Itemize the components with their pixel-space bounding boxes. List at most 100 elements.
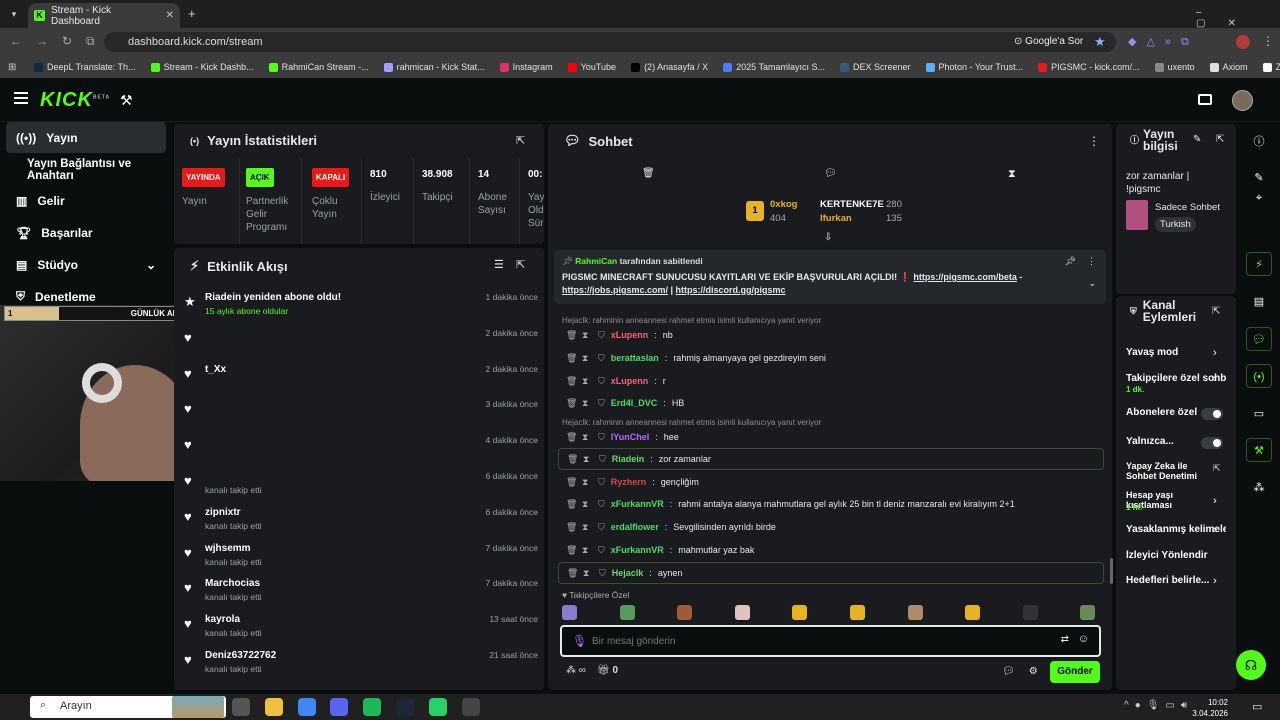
timeout-icon[interactable]: ⧗ [582, 477, 592, 488]
bookmark-item[interactable]: 2025 Tamamlayıcı S... [723, 62, 825, 72]
sidebar-item-studyo[interactable]: ▤ Stüdyo ⌄ [6, 249, 166, 280]
lightning-rail-icon[interactable]: ⚡︎ [1246, 252, 1272, 276]
bookmark-item[interactable]: Zonguldak İngilizce... [1262, 62, 1280, 72]
bookmark-item[interactable]: (2) Anasayfa / X [631, 62, 708, 72]
unpin-icon[interactable]: 📌︎ [1065, 256, 1076, 267]
hamburger-menu-icon[interactable] [14, 92, 28, 104]
channel-action-item[interactable]: İzleyici Yönlendir [1126, 550, 1226, 561]
delete-icon[interactable]: 🗑︎ [566, 477, 577, 488]
chat-username[interactable]: xLupenn [611, 376, 649, 386]
hammer-icon[interactable]: ⚒ [120, 92, 133, 109]
clock[interactable]: 10:02 3.04.2026 [1192, 697, 1228, 719]
chevron-right-icon[interactable]: › [1213, 524, 1217, 536]
bookmark-item[interactable]: DEX Screener [839, 62, 911, 72]
nodes-rail-icon[interactable]: ⁂ [1246, 476, 1272, 500]
document-rail-icon[interactable]: ▤ [1246, 290, 1272, 314]
emote-icon[interactable] [1080, 605, 1096, 620]
pinned-link[interactable]: https://jobs.pigsmc.com/ [562, 285, 668, 295]
filter-icon[interactable]: ☰ [494, 258, 504, 271]
extension-icons[interactable]: ◆△»⧉ [1128, 35, 1199, 49]
steam-icon[interactable] [396, 698, 414, 716]
nav-buttons[interactable]: ←→↻⧉ [10, 34, 109, 49]
chat-settings-icons[interactable]: 💬︎⚙ [1002, 666, 1052, 677]
sidebar-item-basarilar[interactable]: 🏆︎ Başarılar [6, 217, 166, 248]
chat-username[interactable]: IYunChel [611, 432, 650, 442]
popout-icon[interactable]: ⇱ [516, 134, 525, 147]
bookmark-item[interactable]: RahmiCan Stream -... [268, 62, 369, 72]
discord-icon[interactable] [330, 698, 349, 716]
emote-icon[interactable] [1022, 605, 1038, 620]
wallet-rail-icon[interactable]: ▭ [1246, 402, 1272, 426]
tab-search-button[interactable]: ▾ [6, 6, 22, 22]
chat-username[interactable]: Riadein [612, 454, 645, 464]
new-tab-button[interactable]: + [188, 6, 196, 21]
bookmark-item[interactable]: YouTube [567, 62, 616, 72]
chevron-right-icon[interactable]: › [1213, 575, 1217, 587]
timeout-icon[interactable]: ⧗ [582, 499, 592, 510]
chevron-right-icon[interactable]: › [1213, 347, 1217, 359]
emote-icon[interactable] [619, 605, 635, 620]
hourglass-tab-icon[interactable]: ⧗ [1008, 168, 1016, 181]
timeout-icon[interactable]: ⧗ [582, 330, 592, 341]
chat-message-input[interactable] [592, 632, 1012, 650]
channel-action-item[interactable]: Yapay Zeka ile Sohbet Denetimi [1126, 461, 1214, 481]
chat-username[interactable]: xFurkannVR [611, 545, 664, 555]
system-tray[interactable]: ^●🎙︎▭🔊︎ [1124, 700, 1193, 711]
pinned-message[interactable]: 📌︎ RahmiCan tarafından sabitlendi PIGSMC… [554, 250, 1106, 304]
bookmark-item[interactable]: uxento [1154, 62, 1195, 72]
edit-pen-icon[interactable]: ✎ [1193, 134, 1201, 145]
bookmark-item[interactable]: Instagram [499, 62, 553, 72]
chat-tab-icon[interactable]: 💬︎ [824, 168, 837, 179]
timeout-icon[interactable]: ⧗ [582, 376, 592, 387]
user-avatar[interactable] [1232, 90, 1253, 111]
bookmark-item[interactable]: Photon - Your Trust... [925, 62, 1023, 72]
bookmark-star-icon[interactable]: ★ [1094, 34, 1106, 50]
tools-rail-icon[interactable]: ⚒ [1246, 438, 1272, 462]
timeout-icon[interactable]: ⧗ [582, 432, 592, 443]
file-explorer-icon[interactable] [264, 698, 283, 716]
emoji-icon[interactable]: ☺ [1078, 633, 1089, 645]
chevron-down-icon[interactable]: ⌄ [1088, 278, 1096, 289]
chat-username[interactable]: xFurkannVR [611, 499, 664, 509]
close-tab-icon[interactable]: ✕ [166, 10, 174, 21]
apps-grid-icon[interactable]: ⊞ [8, 62, 16, 73]
collapse-leaderboard-icon[interactable]: ⇩ [824, 232, 832, 243]
emote-icon[interactable] [562, 605, 577, 620]
channel-action-item[interactable]: Yavaş mod [1126, 347, 1226, 358]
notification-icon[interactable]: ▭ [1252, 700, 1262, 713]
whatsapp-icon[interactable] [428, 698, 447, 716]
pinned-menu-icon[interactable]: ⋮ [1087, 256, 1096, 267]
only-toggle[interactable] [1201, 437, 1223, 449]
support-button[interactable]: ☊ [1236, 650, 1266, 680]
channel-action-item[interactable]: Hedefleri belirle... [1126, 575, 1226, 586]
timeout-icon[interactable]: ⧗ [583, 568, 593, 579]
chat-username[interactable]: xLupenn [611, 330, 649, 340]
game-icon[interactable] [461, 698, 480, 716]
emote-icon[interactable] [734, 605, 750, 620]
popout-icon[interactable]: ⇱ [1212, 306, 1220, 317]
broadcast-rail-icon[interactable]: (•) [1246, 364, 1272, 388]
pinned-link[interactable]: https://pigsmc.com/beta [913, 272, 1017, 282]
chat-username[interactable]: erdalflower [611, 522, 659, 532]
timeout-icon[interactable]: ⧗ [582, 353, 592, 364]
popout-icon[interactable]: ⇱ [516, 258, 525, 271]
chevron-down-icon[interactable]: ⌄ [146, 258, 156, 272]
chat-username[interactable]: Hejaclk [612, 568, 644, 578]
wallet-icon[interactable] [1198, 94, 1212, 105]
microphone-icon[interactable]: 🎙︎ [572, 634, 587, 648]
emote-icon[interactable] [907, 605, 923, 620]
timeout-icon[interactable]: ⧗ [582, 545, 592, 556]
bookmark-item[interactable]: PIGSMC - kick.com/... [1038, 62, 1140, 72]
bookmark-item[interactable]: DeepL Translate: Th... [34, 62, 136, 72]
spotify-icon[interactable] [363, 698, 382, 716]
delete-icon[interactable]: 🗑︎ [566, 499, 577, 510]
trash-tab-icon[interactable]: 🗑︎ [642, 168, 655, 179]
bookmark-item[interactable]: rahmican - Kick Stat... [383, 62, 485, 72]
delete-icon[interactable]: 🗑︎ [566, 432, 577, 443]
emote-icon[interactable] [965, 605, 981, 620]
google-lens-button[interactable]: ⊙ Google'a Sor [1014, 36, 1083, 47]
chevron-right-icon[interactable]: › [1213, 495, 1217, 507]
bookmark-item[interactable]: Stream - Kick Dashb... [150, 62, 254, 72]
delete-icon[interactable]: 🗑︎ [566, 376, 577, 387]
delete-icon[interactable]: 🗑︎ [566, 545, 577, 556]
